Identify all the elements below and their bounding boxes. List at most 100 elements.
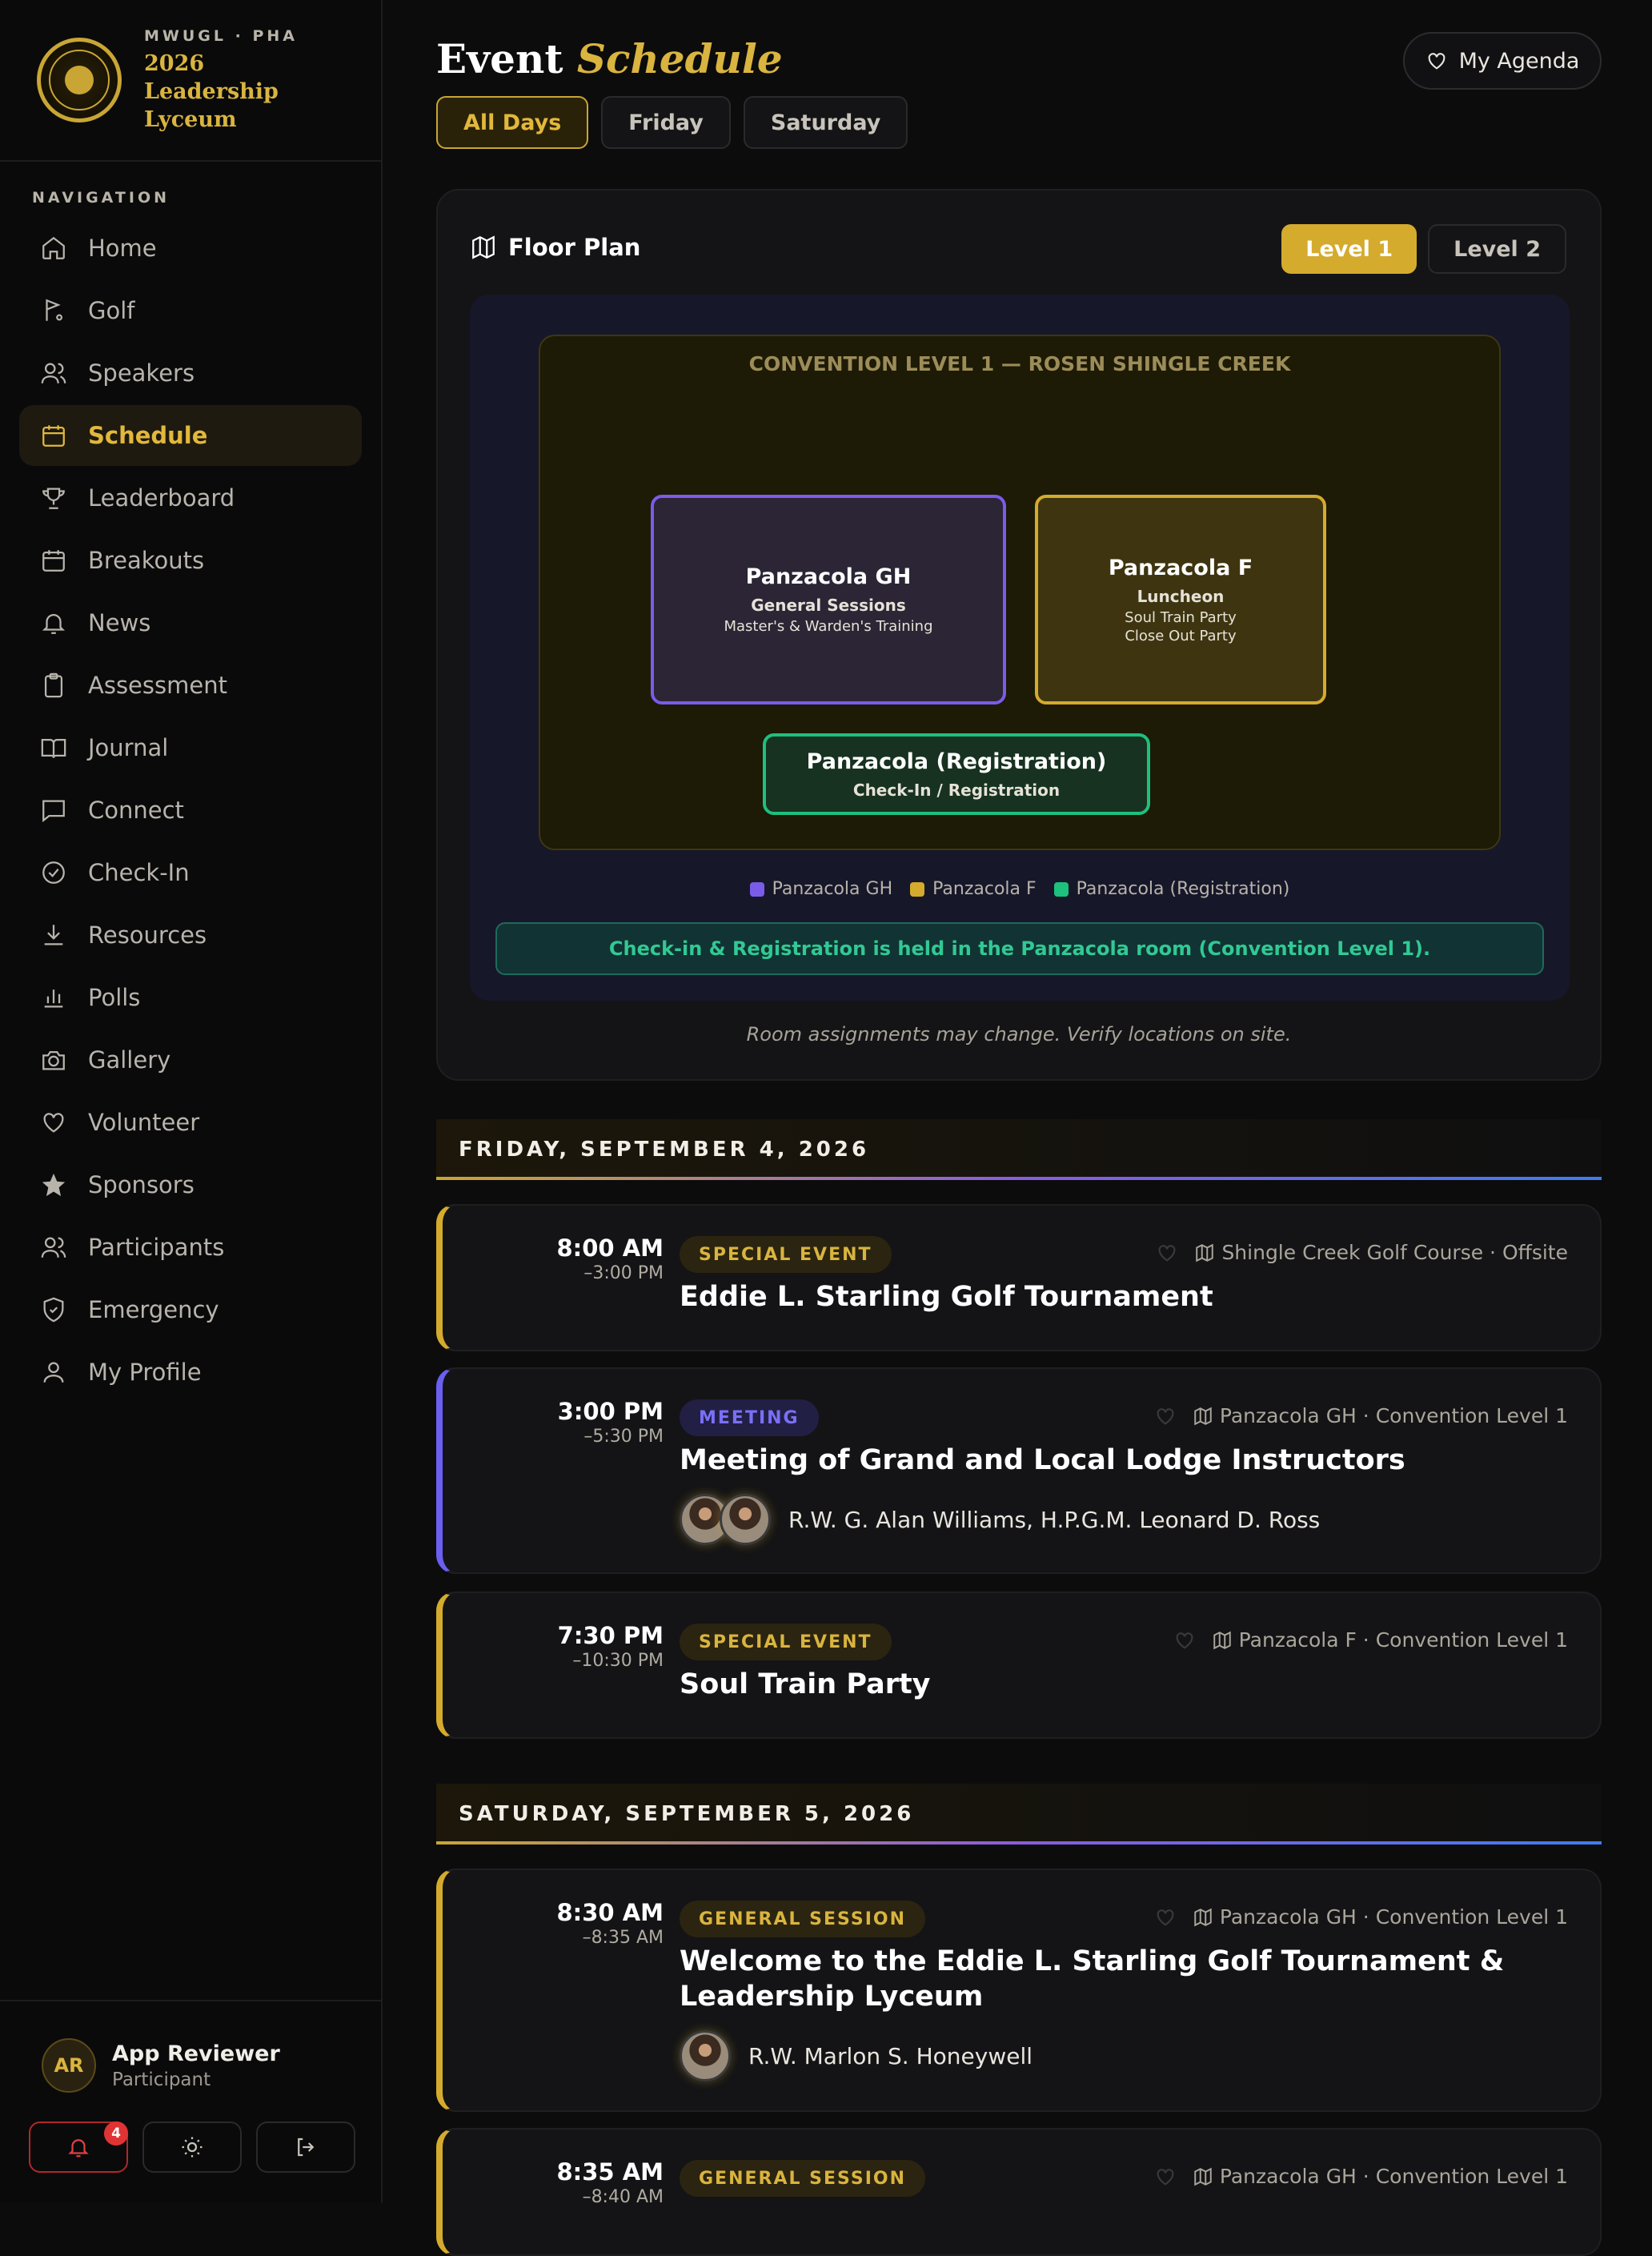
logout-button[interactable]	[256, 2122, 355, 2173]
notifications-button[interactable]: 4	[29, 2122, 128, 2173]
event-type-badge: GENERAL SESSION	[680, 1901, 926, 1937]
trophy-icon	[42, 488, 65, 509]
tab-all-days[interactable]: All Days	[436, 96, 589, 149]
theme-toggle-button[interactable]	[142, 2122, 242, 2173]
speaker-names: R.W. G. Alan Williams, H.P.G.M. Leonard …	[788, 1506, 1321, 1533]
sidebar-item-label: Home	[88, 235, 157, 262]
floor-plan-card: Floor Plan Level 1 Level 2 CONVENTION LE…	[436, 189, 1602, 1081]
event-card[interactable]: 8:30 AM –8:35 AM GENERAL SESSION Panzacol…	[436, 1869, 1602, 2112]
event-location: Panzacola GH · Convention Level 1	[1219, 1404, 1568, 1427]
hall-title: CONVENTION LEVEL 1 — ROSEN SHINGLE CREEK	[748, 352, 1291, 375]
sidebar-item-schedule[interactable]: Schedule	[19, 405, 362, 466]
users-icon	[41, 1237, 66, 1258]
sidebar-item-label: Leaderboard	[88, 484, 235, 512]
sidebar: MWUGL · PHA 2026 Leadership Lyceum NAVIG…	[0, 0, 383, 2203]
sidebar-item-label: Speakers	[88, 359, 195, 387]
event-card[interactable]: 7:30 PM –10:30 PM SPECIAL EVENT Panzacola…	[436, 1592, 1602, 1739]
sidebar-item-news[interactable]: News	[19, 592, 362, 653]
sidebar-item-label: Volunteer	[88, 1109, 200, 1136]
map-icon	[1194, 2167, 1212, 2186]
sidebar-item-label: Resources	[88, 921, 207, 949]
room-panzacola-registration[interactable]: Panzacola (Registration) Check-In / Regi…	[763, 733, 1150, 815]
event-card[interactable]: 8:00 AM –3:00 PM SPECIAL EVENT Shingle Cr…	[436, 1204, 1602, 1351]
sidebar-item-polls[interactable]: Polls	[19, 967, 362, 1028]
home-icon	[42, 236, 65, 259]
floor-plan-note: Room assignments may change. Verify loca…	[746, 1023, 1292, 1046]
sidebar-nav: Home Golf Speakers Schedule Leaderboard …	[0, 218, 381, 1403]
user-name: App Reviewer	[112, 2041, 280, 2066]
map-icon	[1213, 1631, 1231, 1649]
sidebar-item-label: News	[88, 609, 151, 636]
sidebar-item-volunteer[interactable]: Volunteer	[19, 1092, 362, 1153]
message-icon	[42, 800, 65, 823]
sidebar-item-label: Gallery	[88, 1046, 171, 1074]
sidebar-item-my-profile[interactable]: My Profile	[19, 1342, 362, 1403]
event-title: Welcome to the Eddie L. Starling Golf To…	[680, 1945, 1505, 2013]
legend-item: Panzacola GH	[749, 879, 892, 899]
map-icon	[1196, 1243, 1214, 1262]
event-speakers[interactable]: R.W. G. Alan Williams, H.P.G.M. Leonard …	[680, 1494, 1320, 1545]
sidebar-item-journal[interactable]: Journal	[19, 717, 362, 778]
sidebar-item-participants[interactable]: Participants	[19, 1217, 362, 1278]
logout-icon	[298, 2138, 315, 2157]
favorite-heart-icon[interactable]	[1154, 2166, 1177, 2188]
sidebar-item-home[interactable]: Home	[19, 218, 362, 279]
heart-icon	[1428, 53, 1445, 70]
favorite-heart-icon[interactable]	[1154, 1405, 1177, 1427]
sidebar-item-sponsors[interactable]: Sponsors	[19, 1154, 362, 1215]
floor-plan-title: Floor Plan	[470, 234, 640, 261]
sidebar-item-resources[interactable]: Resources	[19, 905, 362, 965]
event-type-badge: SPECIAL EVENT	[680, 1236, 892, 1273]
my-agenda-label: My Agenda	[1458, 48, 1580, 74]
sidebar-item-golf[interactable]: Golf	[19, 280, 362, 341]
sidebar-item-speakers[interactable]: Speakers	[19, 343, 362, 403]
event-location: Panzacola GH · Convention Level 1	[1219, 1905, 1568, 1929]
tab-saturday[interactable]: Saturday	[743, 96, 908, 149]
event-title: Eddie L. Starling Golf Tournament	[680, 1281, 1213, 1313]
favorite-heart-icon[interactable]	[1154, 1906, 1177, 1929]
page-title: Event Schedule	[436, 35, 783, 82]
sidebar-item-emergency[interactable]: Emergency	[19, 1279, 362, 1340]
sidebar-item-label: Breakouts	[88, 547, 205, 574]
event-speakers[interactable]: R.W. Marlon S. Honeywell	[680, 2030, 1032, 2081]
sidebar-item-gallery[interactable]: Gallery	[19, 1030, 362, 1090]
sidebar-item-label: Golf	[88, 297, 135, 324]
sidebar-item-label: Check-In	[88, 859, 190, 886]
user-role: Participant	[112, 2069, 211, 2090]
level-2-button[interactable]: Level 2	[1428, 224, 1566, 274]
map-icon	[472, 235, 495, 259]
map-icon	[1194, 1908, 1212, 1926]
event-title: Soul Train Party	[680, 1668, 931, 1700]
event-end-time: –3:00 PM	[583, 1263, 664, 1283]
favorite-heart-icon[interactable]	[1156, 1242, 1178, 1264]
sidebar-item-assessment[interactable]: Assessment	[19, 655, 362, 716]
calendar-icon	[42, 550, 65, 572]
sidebar-item-breakouts[interactable]: Breakouts	[19, 530, 362, 591]
brand[interactable]: MWUGL · PHA 2026 Leadership Lyceum	[0, 0, 381, 162]
sidebar-item-connect[interactable]: Connect	[19, 780, 362, 841]
event-start-time: 7:30 PM	[557, 1622, 664, 1649]
sidebar-item-check-in[interactable]: Check-In	[19, 842, 362, 903]
legend-item: Panzacola (Registration)	[1053, 879, 1289, 899]
tab-friday[interactable]: Friday	[601, 96, 731, 149]
star-icon	[42, 1173, 66, 1197]
my-agenda-button[interactable]: My Agenda	[1403, 32, 1602, 90]
event-location: Shingle Creek Golf Course · Offsite	[1221, 1241, 1568, 1264]
room-panzacola-gh[interactable]: Panzacola GH General Sessions Master's &…	[651, 495, 1006, 704]
user-profile[interactable]: AR App Reviewer Participant	[42, 2038, 383, 2093]
event-end-time: –10:30 PM	[572, 1651, 664, 1671]
room-panzacola-f[interactable]: Panzacola F Luncheon Soul Train Party Cl…	[1035, 495, 1326, 704]
day-tabs: All Days Friday Saturday	[436, 96, 908, 149]
user-icon	[43, 1362, 64, 1383]
event-card[interactable]: 8:35 AM –8:40 AM GENERAL SESSION Panzacol…	[436, 2128, 1602, 2256]
sidebar-item-leaderboard[interactable]: Leaderboard	[19, 468, 362, 528]
brand-title: 2026 Leadership Lyceum	[144, 50, 279, 132]
users-icon	[41, 363, 66, 383]
event-card[interactable]: 3:00 PM –5:30 PM MEETING Panzacola GH · C…	[436, 1367, 1602, 1574]
legend-item: Panzacola F	[910, 879, 1037, 899]
level-tabs: Level 1 Level 2	[1281, 224, 1566, 274]
day-header-saturday: SATURDAY, SEPTEMBER 5, 2026	[436, 1784, 1602, 1845]
sidebar-item-label: Emergency	[88, 1296, 219, 1323]
level-1-button[interactable]: Level 1	[1281, 224, 1417, 274]
favorite-heart-icon[interactable]	[1173, 1629, 1196, 1652]
